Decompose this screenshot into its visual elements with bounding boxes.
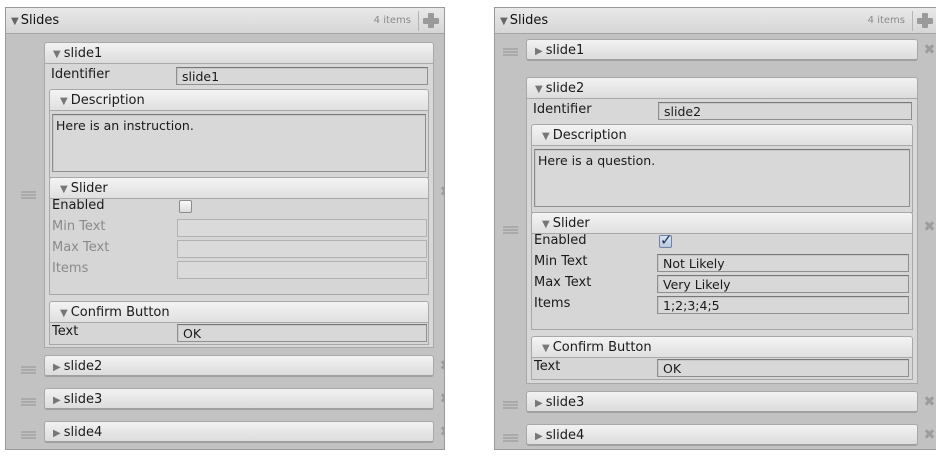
enabled-label: Enabled [52, 198, 105, 213]
triangle-right-icon: ▶ [53, 362, 61, 373]
description-header[interactable]: ▼ Description [49, 89, 429, 111]
description-header[interactable]: ▼ Description [531, 124, 913, 146]
slide3-header[interactable]: ▶ slide3 [44, 388, 434, 410]
slide2-header[interactable]: ▶ slide2 [44, 355, 434, 377]
slide1-header[interactable]: ▶ slide1 [526, 39, 918, 61]
slide4-header[interactable]: ▶ slide4 [526, 424, 918, 446]
triangle-down-icon: ▼ [535, 84, 543, 95]
triangle-down-icon: ▼ [60, 96, 68, 107]
close-icon[interactable]: ✖ [923, 395, 936, 409]
min-text-label: Min Text [52, 219, 106, 234]
description-textarea[interactable]: Here is a question. [534, 149, 910, 207]
grip-icon[interactable] [21, 431, 36, 439]
slides-title: ▼ Slides [11, 13, 60, 28]
slide2-body: Identifier slide2 ▼ Description Here is a… [526, 99, 918, 384]
triangle-down-icon: ▼ [53, 49, 61, 60]
items-label: Items [52, 261, 89, 276]
identifier-field[interactable]: slide1 [176, 67, 428, 85]
plus-icon[interactable] [423, 11, 439, 30]
identifier-label: Identifier [533, 102, 592, 117]
confirm-button-body: Text OK [531, 358, 913, 380]
slides-title: ▼ Slides [500, 13, 549, 28]
identifier-field[interactable]: slide2 [658, 102, 912, 120]
close-icon[interactable]: ✖ [923, 43, 936, 57]
close-icon[interactable]: ✖ [439, 185, 444, 199]
enabled-checkbox[interactable] [179, 200, 192, 213]
text-field[interactable]: OK [657, 359, 909, 377]
slide1-header[interactable]: ▼ slide1 [44, 42, 434, 64]
grip-icon[interactable] [503, 226, 518, 234]
max-text-label: Max Text [52, 240, 110, 255]
max-text-field[interactable] [177, 240, 427, 258]
item-count: 4 items [867, 15, 905, 26]
enabled-checkbox[interactable]: ✓ [659, 231, 673, 249]
close-icon[interactable]: ✖ [439, 425, 444, 439]
grip-icon[interactable] [21, 366, 36, 374]
close-icon[interactable]: ✖ [923, 428, 936, 442]
description-body: Here is a question. [531, 146, 913, 213]
plus-icon[interactable] [917, 11, 933, 30]
text-label: Text [52, 324, 79, 339]
items-field[interactable] [177, 261, 427, 279]
slide3-header[interactable]: ▶ slide3 [526, 391, 918, 413]
items-label: Items [534, 296, 571, 311]
description-textarea[interactable]: Here is an instruction. [52, 114, 426, 172]
header-divider [418, 11, 419, 31]
triangle-down-icon: ▼ [542, 131, 550, 142]
header-divider [912, 11, 913, 31]
max-text-label: Max Text [534, 275, 592, 290]
grip-icon[interactable] [21, 398, 36, 406]
triangle-right-icon: ▶ [53, 395, 61, 406]
slides-header[interactable]: ▼ Slides 4 items [6, 8, 444, 34]
triangle-down-icon: ▼ [542, 343, 550, 354]
triangle-down-icon: ▼ [60, 308, 68, 319]
slides-header[interactable]: ▼ Slides 4 items [495, 8, 936, 34]
confirm-button-header[interactable]: ▼ Confirm Button [531, 336, 913, 358]
slide2-header[interactable]: ▼ slide2 [526, 77, 918, 99]
items-field[interactable]: 1;2;3;4;5 [657, 296, 909, 314]
triangle-right-icon: ▶ [53, 428, 61, 439]
triangle-down-icon: ▼ [500, 16, 508, 27]
grip-icon[interactable] [503, 48, 518, 56]
max-text-field[interactable]: Very Likely [657, 275, 909, 293]
slider-body: Enabled Min Text Max Text Items [49, 198, 429, 295]
triangle-right-icon: ▶ [535, 46, 543, 57]
checkmark-icon: ✓ [660, 231, 673, 249]
grip-icon[interactable] [503, 401, 518, 409]
slider-header[interactable]: ▼ Slider [49, 177, 429, 199]
item-count: 4 items [373, 15, 411, 26]
text-field[interactable]: OK [177, 324, 427, 342]
slider-body: Enabled ✓ Min Text Not Likely Max Text V… [531, 231, 913, 330]
slide4-header[interactable]: ▶ slide4 [44, 421, 434, 443]
grip-icon[interactable] [503, 434, 518, 442]
description-body: Here is an instruction. [49, 111, 429, 178]
slide1-body: Identifier slide1 ▼ Description Here is a… [44, 64, 434, 348]
min-text-field[interactable]: Not Likely [657, 254, 909, 272]
triangle-down-icon: ▼ [60, 184, 68, 195]
triangle-right-icon: ▶ [535, 431, 543, 442]
close-icon[interactable]: ✖ [923, 220, 936, 234]
close-icon[interactable]: ✖ [439, 392, 444, 406]
triangle-right-icon: ▶ [535, 398, 543, 409]
slides-panel-right: ▼ Slides 4 items ▶ slide1 ✖ ✖ ▼ slide2 Iden… [494, 7, 936, 450]
min-text-label: Min Text [534, 254, 588, 269]
slides-panel-left: ▼Slides 4 items ✖ ▼slide1 Identifier sli… [5, 7, 445, 450]
close-icon[interactable]: ✖ [439, 359, 444, 373]
identifier-label: Identifier [51, 67, 110, 82]
confirm-button-body: Text OK [49, 323, 429, 345]
triangle-down-icon: ▼ [11, 16, 19, 27]
grip-icon[interactable] [21, 191, 36, 199]
enabled-label: Enabled [534, 233, 587, 248]
text-label: Text [534, 359, 561, 374]
slider-header[interactable]: ▼ Slider [531, 212, 913, 234]
confirm-button-header[interactable]: ▼ Confirm Button [49, 301, 429, 323]
min-text-field[interactable] [177, 219, 427, 237]
triangle-down-icon: ▼ [542, 219, 550, 230]
